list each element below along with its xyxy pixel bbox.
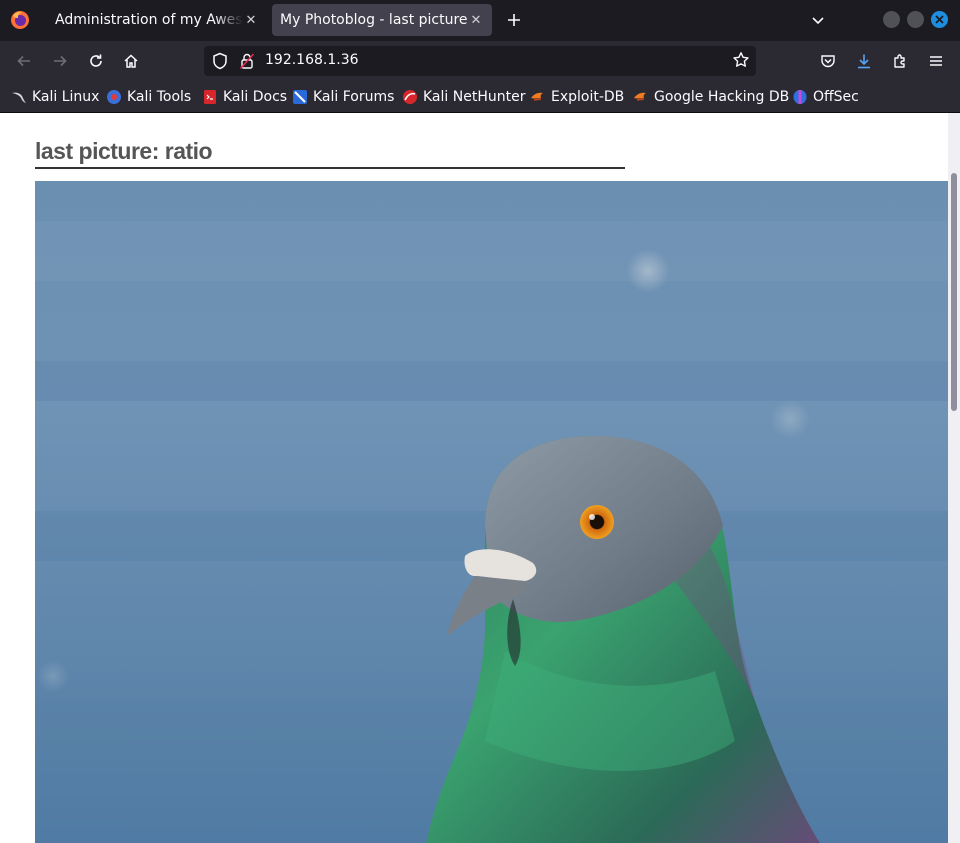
pigeon-photo [35, 181, 948, 843]
downloads-icon[interactable] [852, 49, 876, 73]
offsec-icon [792, 89, 808, 105]
kali-forums-icon [292, 89, 308, 105]
scrollbar-thumb[interactable] [951, 173, 957, 411]
extensions-icon[interactable] [888, 49, 912, 73]
tab-admin[interactable]: Administration of my Awesome Photoblog ✕ [47, 4, 267, 36]
minimize-button[interactable] [883, 11, 900, 28]
bookmark-star-icon[interactable] [732, 51, 750, 73]
tab-title: My Photoblog - last picture [280, 12, 468, 28]
url-text[interactable]: 192.168.1.36 [265, 52, 359, 68]
bookmark-kali-nethunter[interactable]: Kali NetHunter [402, 87, 525, 107]
close-tab-icon[interactable]: ✕ [243, 12, 259, 28]
tracking-protection-shield-icon[interactable] [212, 52, 228, 74]
kali-docs-icon [202, 89, 218, 105]
page-heading: last picture: ratio [35, 137, 625, 169]
tab-photoblog[interactable]: My Photoblog - last picture ✕ [272, 4, 492, 36]
home-icon[interactable] [119, 49, 143, 73]
navigation-toolbar: 192.168.1.36 [0, 41, 960, 81]
tab-title: Administration of my Awesome Photoblog [55, 12, 243, 28]
menu-icon[interactable] [924, 49, 948, 73]
bookmark-kali-tools[interactable]: Kali Tools [106, 87, 191, 107]
kali-tools-icon [106, 89, 122, 105]
tab-strip: Administration of my Awesome Photoblog ✕… [0, 0, 960, 41]
bookmark-exploit-db[interactable]: Exploit-DB [530, 87, 624, 107]
kali-nethunter-icon [402, 89, 418, 105]
bookmarks-toolbar: Kali Linux Kali Tools Kali Docs Kali For… [0, 81, 960, 113]
new-tab-icon[interactable] [502, 8, 526, 32]
bookmark-offsec[interactable]: OffSec [792, 87, 859, 107]
kali-dragon-icon [11, 89, 27, 105]
close-window-button[interactable] [931, 11, 948, 28]
vertical-scrollbar[interactable] [948, 113, 960, 843]
pocket-icon[interactable] [816, 49, 840, 73]
ghdb-icon [633, 89, 649, 105]
bookmark-kali-linux[interactable]: Kali Linux [11, 87, 99, 107]
exploit-db-icon [530, 89, 546, 105]
address-bar[interactable]: 192.168.1.36 [204, 46, 756, 76]
bookmark-google-hacking-db[interactable]: Google Hacking DB [633, 87, 789, 107]
insecure-lock-icon[interactable] [239, 52, 255, 74]
maximize-button[interactable] [907, 11, 924, 28]
forward-icon[interactable] [48, 49, 72, 73]
firefox-logo-icon[interactable] [10, 10, 30, 30]
bookmark-kali-docs[interactable]: Kali Docs [202, 87, 287, 107]
reload-icon[interactable] [84, 49, 108, 73]
list-all-tabs-icon[interactable] [806, 8, 830, 32]
back-icon[interactable] [12, 49, 36, 73]
page-viewport: last picture: ratio [0, 113, 960, 843]
close-tab-icon[interactable]: ✕ [468, 12, 484, 28]
bookmark-kali-forums[interactable]: Kali Forums [292, 87, 394, 107]
